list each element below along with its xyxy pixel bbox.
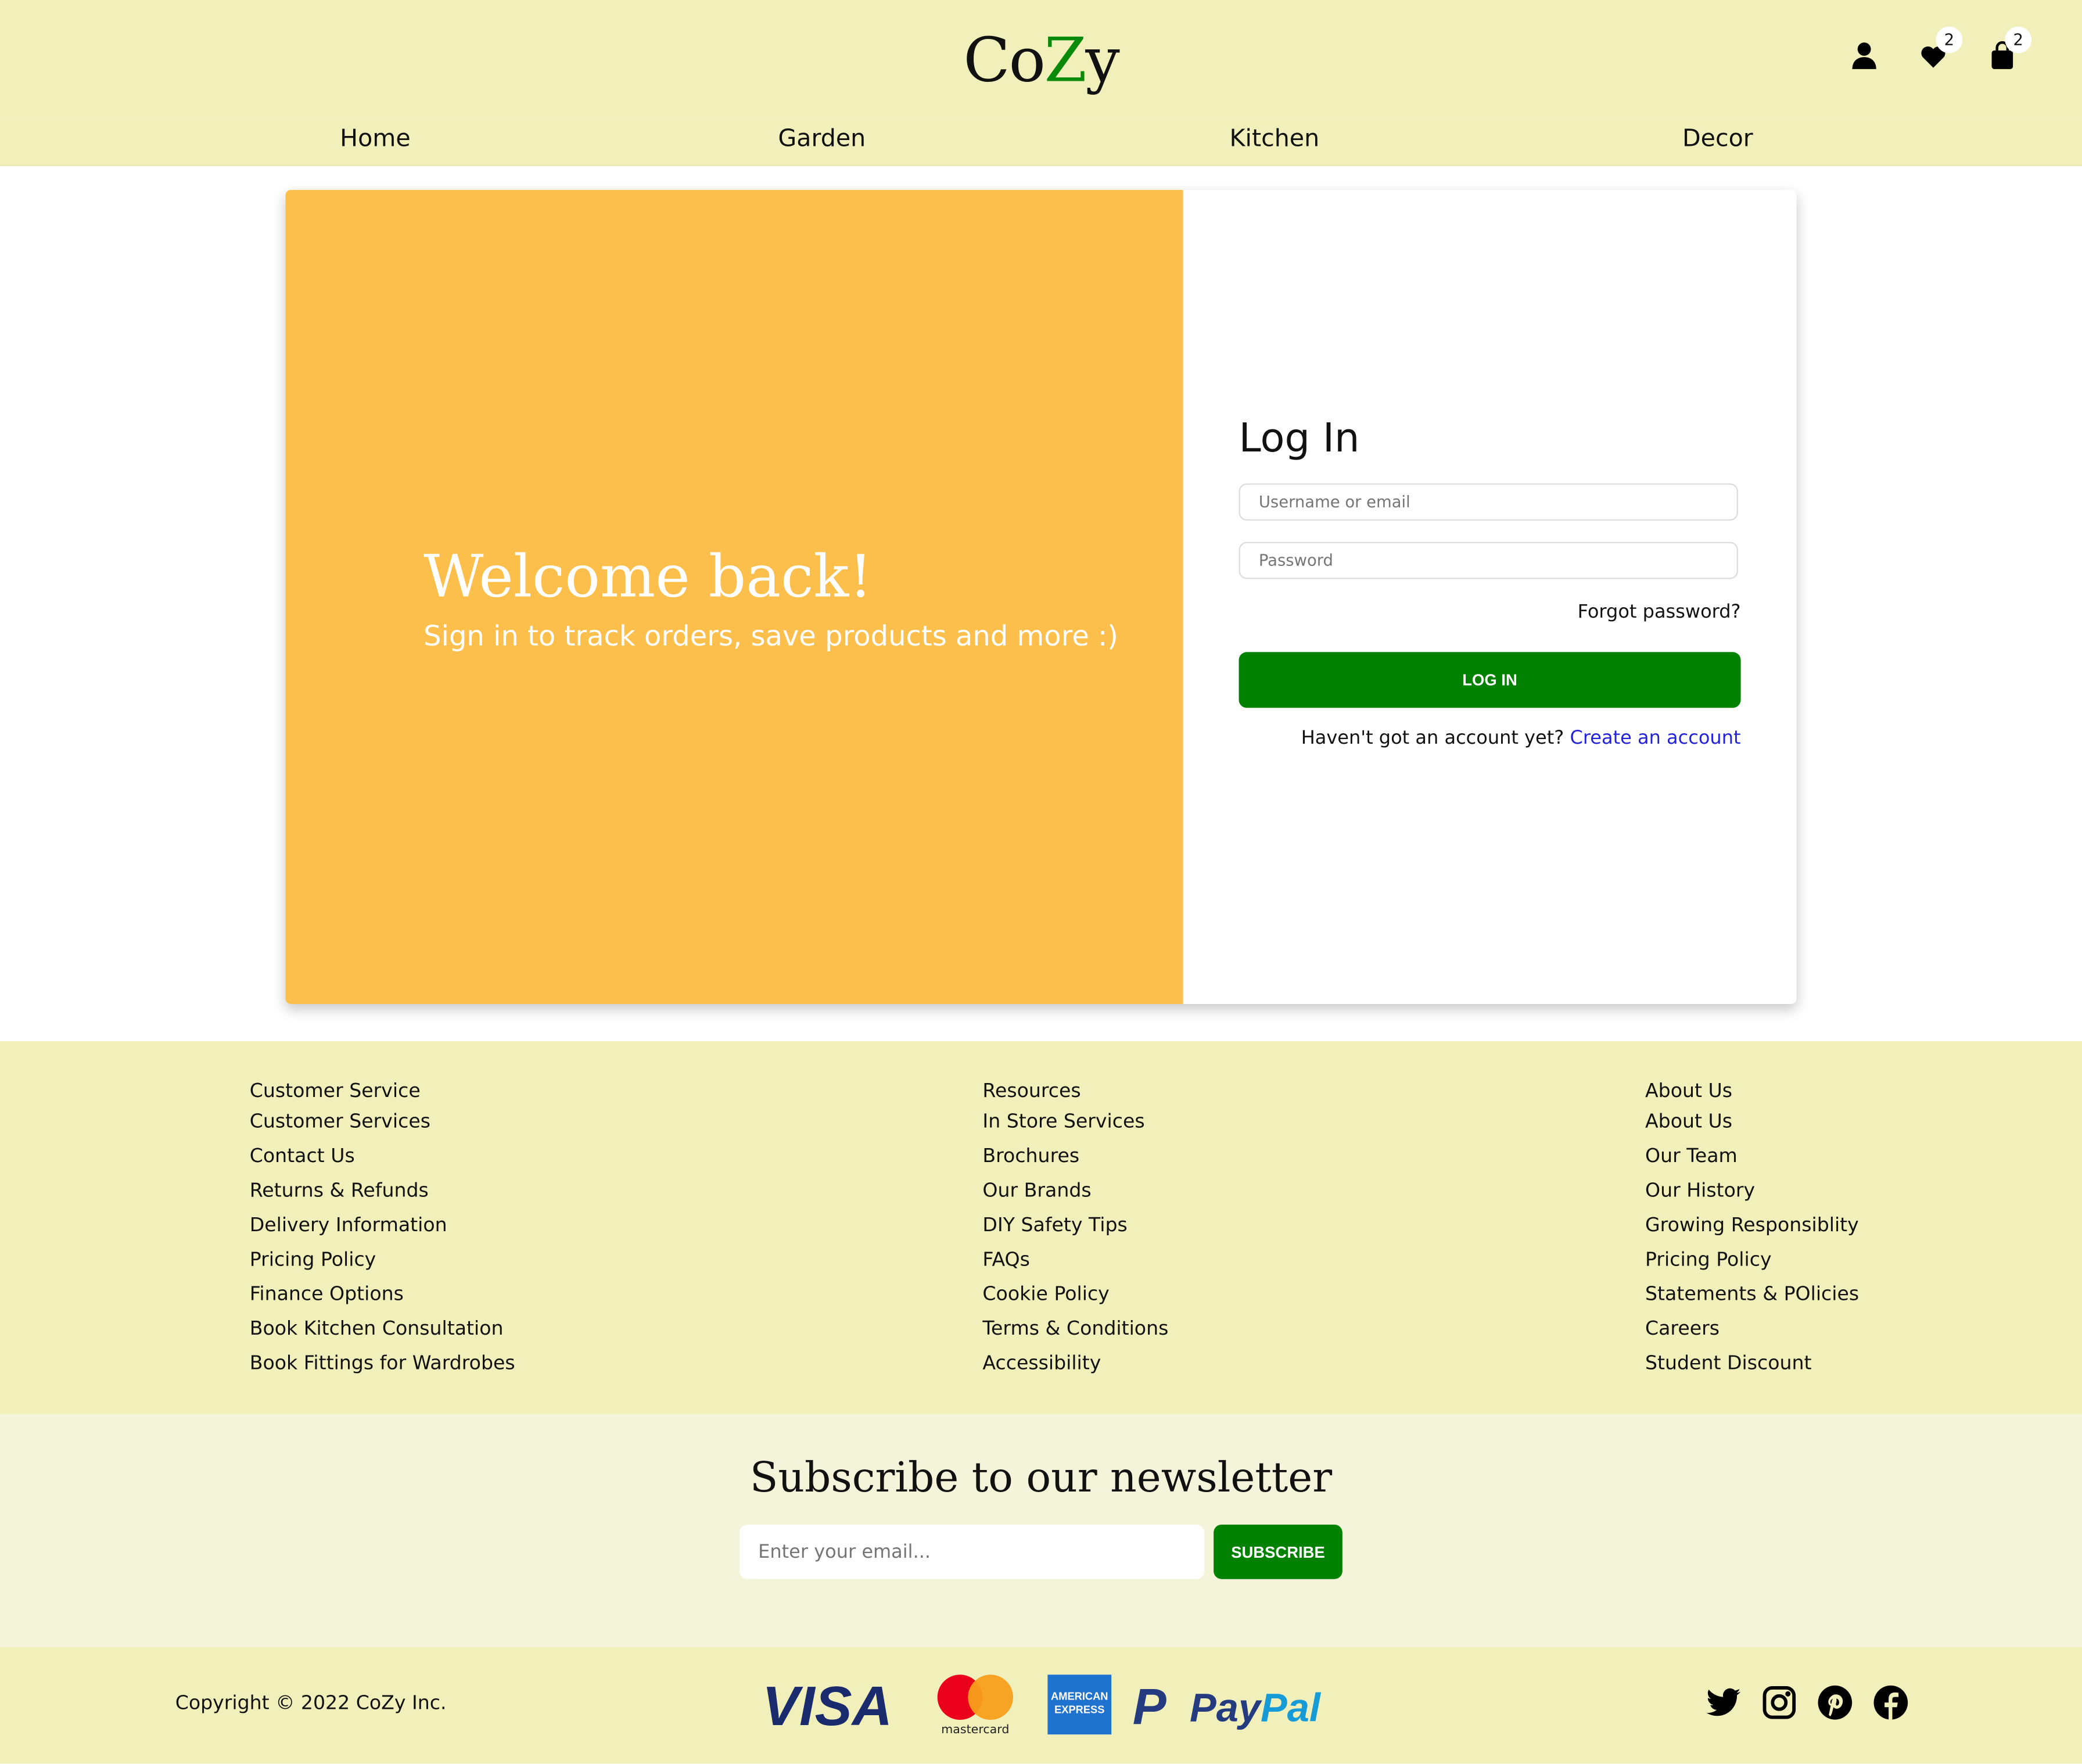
logo[interactable]: CoZy: [0, 24, 2082, 95]
newsletter-title: Subscribe to our newsletter: [749, 1454, 1333, 1503]
footer-link[interactable]: Pricing Policy: [250, 1243, 515, 1277]
footer-link[interactable]: Accessibility: [982, 1347, 1168, 1381]
login-form: Log In Forgot password? LOG IN Haven't g…: [1183, 190, 1797, 1004]
subscribe-button[interactable]: SUBSCRIBE: [1214, 1524, 1342, 1579]
nav-decor[interactable]: Decor: [1682, 125, 1753, 153]
welcome-panel: Welcome back! Sign in to track orders, s…: [285, 189, 1183, 1004]
mastercard-orange-circle: [968, 1675, 1013, 1720]
username-input[interactable]: [1239, 483, 1738, 521]
twitter-icon[interactable]: [1705, 1684, 1742, 1721]
cart-count-badge: 2: [2005, 26, 2032, 53]
pinterest-icon[interactable]: [1817, 1684, 1854, 1721]
login-card: Welcome back! Sign in to track orders, s…: [285, 189, 1797, 1004]
header-icons: 2 2: [1848, 26, 2032, 72]
wishlist-count-badge: 2: [1936, 26, 1963, 53]
footer-column-customer-service: Customer Service Customer Services Conta…: [250, 1080, 515, 1381]
footer-heading: About Us: [1645, 1081, 1733, 1103]
footer-link[interactable]: Returns & Refunds: [250, 1174, 515, 1209]
wishlist-icon[interactable]: 2: [1918, 26, 1963, 72]
footer-link[interactable]: Brochures: [982, 1139, 1168, 1174]
footer-link[interactable]: Growing Responsiblity: [1645, 1209, 1859, 1243]
footer-link[interactable]: Book Fittings for Wardrobes: [250, 1347, 515, 1381]
mastercard-logo: mastercard: [941, 1722, 1009, 1736]
login-button[interactable]: LOG IN: [1239, 652, 1741, 708]
bottom-bar: Copyright © 2022 CoZy Inc. VISA masterca…: [0, 1647, 2082, 1764]
paypal-icon: P: [1133, 1679, 1167, 1735]
social-links: [1705, 1684, 1909, 1721]
signup-prompt: Haven't got an account yet? Create an ac…: [1301, 728, 1741, 750]
newsletter-email-input[interactable]: [740, 1524, 1205, 1579]
footer-link[interactable]: Our Team: [1645, 1139, 1859, 1174]
paypal-logo: PayPal: [1190, 1685, 1322, 1730]
amex-line-2: EXPRESS: [1054, 1704, 1104, 1716]
forgot-password-link[interactable]: Forgot password?: [1578, 601, 1741, 623]
amex-line-1: AMERICAN: [1051, 1690, 1108, 1702]
nav-kitchen[interactable]: Kitchen: [1230, 125, 1320, 153]
footer-link[interactable]: FAQs: [982, 1243, 1168, 1277]
footer-link[interactable]: Finance Options: [250, 1278, 515, 1312]
instagram-icon[interactable]: [1761, 1684, 1798, 1721]
copyright: Copyright © 2022 CoZy Inc.: [175, 1693, 447, 1715]
signup-text: Haven't got an account yet?: [1301, 727, 1564, 750]
newsletter-section: Subscribe to our newsletter SUBSCRIBE: [0, 1414, 2082, 1647]
footer-column-resources: Resources In Store Services Brochures Ou…: [982, 1080, 1168, 1381]
footer-link[interactable]: DIY Safety Tips: [982, 1209, 1168, 1243]
visa-logo: VISA: [762, 1675, 892, 1737]
welcome-title: Welcome back!: [423, 543, 873, 611]
footer-column-about-us: About Us About Us Our Team Our History G…: [1645, 1080, 1859, 1381]
footer-link[interactable]: Student Discount: [1645, 1347, 1859, 1381]
nav-garden[interactable]: Garden: [778, 125, 866, 153]
main-nav: Home Garden Kitchen Decor: [0, 117, 2082, 165]
welcome-subtitle: Sign in to track orders, save products a…: [423, 620, 1119, 652]
facebook-icon[interactable]: [1872, 1684, 1909, 1721]
login-title: Log In: [1239, 415, 1360, 462]
password-input[interactable]: [1239, 542, 1738, 579]
create-account-link[interactable]: Create an account: [1570, 728, 1740, 750]
footer-link[interactable]: Pricing Policy: [1645, 1243, 1859, 1277]
footer-link[interactable]: Cookie Policy: [982, 1278, 1168, 1312]
nav-home[interactable]: Home: [340, 125, 410, 153]
footer-heading: Resources: [982, 1081, 1081, 1103]
footer-link[interactable]: About Us: [1645, 1105, 1859, 1139]
header: CoZy 2 2: [0, 0, 2082, 117]
footer-link[interactable]: In Store Services: [982, 1105, 1168, 1139]
footer-link[interactable]: Careers: [1645, 1312, 1859, 1346]
footer-link[interactable]: Our History: [1645, 1174, 1859, 1209]
footer-link[interactable]: Delivery Information: [250, 1209, 515, 1243]
payment-methods: VISA mastercard AMERICAN EXPRESS P PayPa…: [762, 1675, 1322, 1737]
footer-link[interactable]: Our Brands: [982, 1174, 1168, 1209]
footer-link[interactable]: Contact Us: [250, 1139, 515, 1174]
footer-link[interactable]: Terms & Conditions: [982, 1312, 1168, 1346]
footer-links: Customer Service Customer Services Conta…: [0, 1041, 2082, 1415]
footer-link[interactable]: Book Kitchen Consultation: [250, 1312, 515, 1346]
account-icon[interactable]: [1848, 40, 1880, 72]
footer-link[interactable]: Customer Services: [250, 1105, 515, 1139]
cart-icon[interactable]: 2: [1986, 26, 2032, 72]
footer-heading: Customer Service: [249, 1081, 421, 1103]
footer-link[interactable]: Statements & POlicies: [1645, 1278, 1859, 1312]
